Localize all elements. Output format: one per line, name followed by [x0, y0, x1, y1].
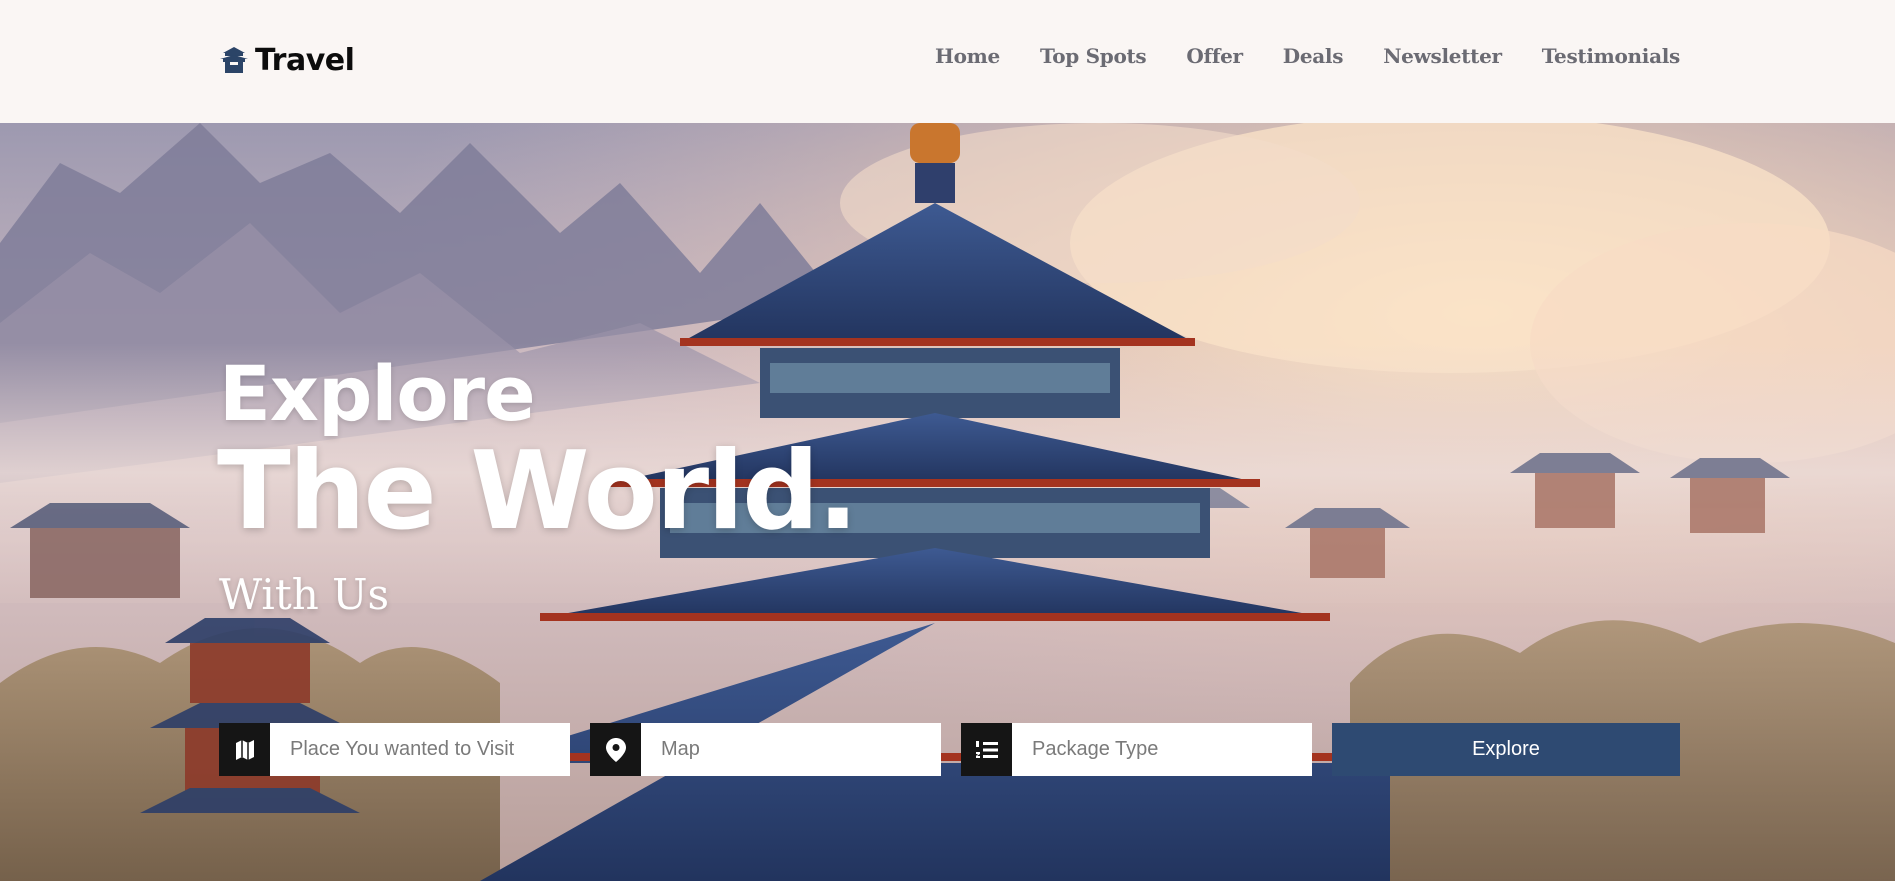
- brand-logo[interactable]: Travel: [219, 40, 355, 80]
- brand-name: Travel: [255, 42, 355, 78]
- nav-offer[interactable]: Offer: [1186, 44, 1243, 68]
- map-icon: [219, 723, 270, 776]
- site-header: Travel Home Top Spots Offer Deals Newsle…: [0, 0, 1895, 123]
- map-input[interactable]: [641, 723, 941, 776]
- hero-headline-explore: Explore: [219, 349, 536, 438]
- nav-deals[interactable]: Deals: [1283, 44, 1344, 68]
- explore-button[interactable]: Explore: [1332, 723, 1680, 776]
- map-field: [590, 723, 941, 776]
- main-nav: Home Top Spots Offer Deals Newsletter Te…: [935, 44, 1680, 68]
- search-form: Explore: [219, 723, 1680, 776]
- package-input[interactable]: [1012, 723, 1312, 776]
- numbered-list-icon: [961, 723, 1012, 776]
- hero-headline-world: The World.: [217, 429, 858, 554]
- package-field: [961, 723, 1312, 776]
- nav-testimonials[interactable]: Testimonials: [1542, 44, 1681, 68]
- nav-newsletter[interactable]: Newsletter: [1383, 44, 1502, 68]
- nav-home[interactable]: Home: [935, 44, 1000, 68]
- location-pin-icon: [590, 723, 641, 776]
- place-field: [219, 723, 570, 776]
- hero-subheadline: With Us: [219, 570, 390, 619]
- place-input[interactable]: [270, 723, 570, 776]
- pagoda-icon: [220, 47, 248, 73]
- hero-section: Explore The World. With Us Place You wan…: [0, 123, 1895, 881]
- nav-top-spots[interactable]: Top Spots: [1040, 44, 1147, 68]
